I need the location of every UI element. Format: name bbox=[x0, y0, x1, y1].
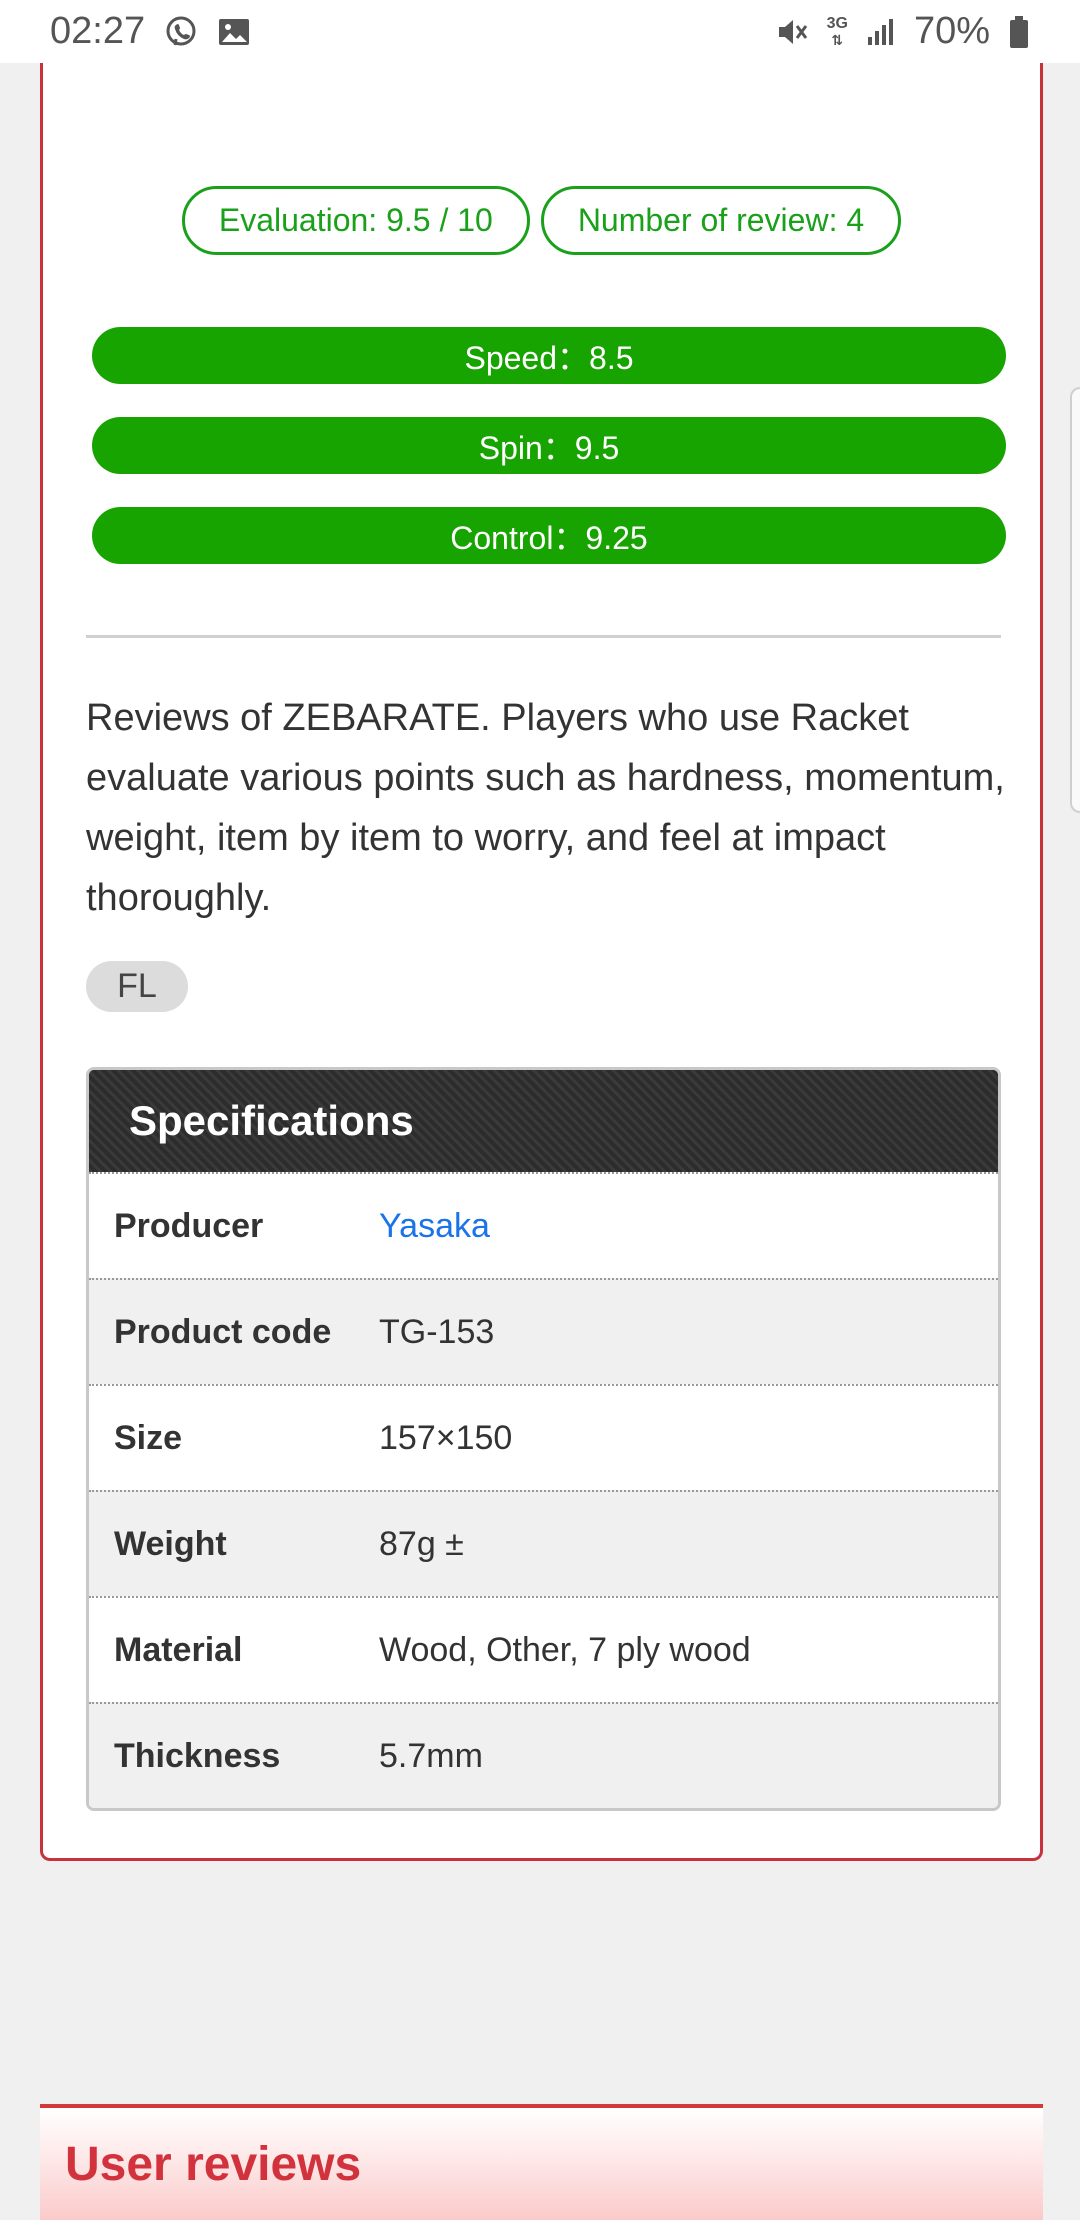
status-bar-right: 3G ⇅ 70% bbox=[775, 10, 1030, 53]
spec-row-producer: Producer Yasaka bbox=[89, 1172, 998, 1278]
specifications-table: Specifications Producer Yasaka Product c… bbox=[86, 1067, 1001, 1811]
review-count-pill: Number of review: 4 bbox=[540, 186, 902, 255]
gallery-icon bbox=[217, 15, 251, 49]
spec-value: Wood, Other, 7 ply wood bbox=[379, 1630, 751, 1669]
mute-icon bbox=[775, 15, 809, 49]
battery-percentage: 70% bbox=[913, 10, 990, 52]
status-bar-left: 02:27 bbox=[50, 10, 251, 53]
viber-icon bbox=[163, 14, 199, 50]
battery-icon bbox=[1008, 15, 1030, 49]
producer-link[interactable]: Yasaka bbox=[379, 1207, 490, 1246]
data-arrows-icon: ⇅ bbox=[831, 31, 844, 48]
spec-value: 87g ± bbox=[379, 1524, 464, 1563]
control-score-bar: Control：9.25 bbox=[92, 507, 1006, 564]
spec-row-thickness: Thickness 5.7mm bbox=[89, 1702, 998, 1808]
network-type: 3G bbox=[826, 14, 848, 32]
signal-icon bbox=[866, 17, 896, 47]
rating-summary: Evaluation: 9.5 / 10 Number of review: 4 bbox=[43, 186, 1040, 255]
evaluation-pill: Evaluation: 9.5 / 10 bbox=[181, 186, 530, 255]
spec-row-material: Material Wood, Other, 7 ply wood bbox=[89, 1596, 998, 1702]
tag-badge[interactable]: FL bbox=[86, 961, 188, 1012]
spec-value: TG-153 bbox=[379, 1312, 495, 1351]
spec-label: Weight bbox=[114, 1524, 227, 1563]
status-bar: 02:27 3G ⇅ 70% bbox=[0, 0, 1080, 63]
spec-label: Size bbox=[114, 1418, 183, 1457]
spec-label: Producer bbox=[114, 1206, 264, 1245]
spec-label: Product code bbox=[114, 1312, 332, 1351]
product-description: Reviews of ZEBARATE. Players who use Rac… bbox=[86, 697, 1005, 919]
spec-value: 157×150 bbox=[379, 1418, 513, 1457]
divider bbox=[86, 635, 1001, 638]
spec-value: 5.7mm bbox=[379, 1736, 483, 1775]
status-time: 02:27 bbox=[50, 10, 146, 52]
product-card: Evaluation: 9.5 / 10 Number of review: 4… bbox=[40, 63, 1043, 1861]
score-bars: Speed：8.5 Spin：9.5 Control：9.25 bbox=[92, 327, 1006, 597]
network-type-icon: 3G ⇅ bbox=[826, 14, 848, 48]
speed-score-bar: Speed：8.5 bbox=[92, 327, 1006, 384]
spec-row-weight: Weight 87g ± bbox=[89, 1490, 998, 1596]
spec-label: Thickness bbox=[114, 1736, 281, 1775]
spin-score-bar: Spin：9.5 bbox=[92, 417, 1006, 474]
specifications-title: Specifications bbox=[89, 1070, 998, 1172]
spec-row-size: Size 157×150 bbox=[89, 1384, 998, 1490]
side-panel-handle[interactable] bbox=[1070, 387, 1080, 813]
user-reviews-title: User reviews bbox=[65, 2137, 362, 2191]
user-reviews-heading: User reviews bbox=[40, 2104, 1043, 2220]
spec-row-product-code: Product code TG-153 bbox=[89, 1278, 998, 1384]
spec-label: Material bbox=[114, 1630, 243, 1669]
